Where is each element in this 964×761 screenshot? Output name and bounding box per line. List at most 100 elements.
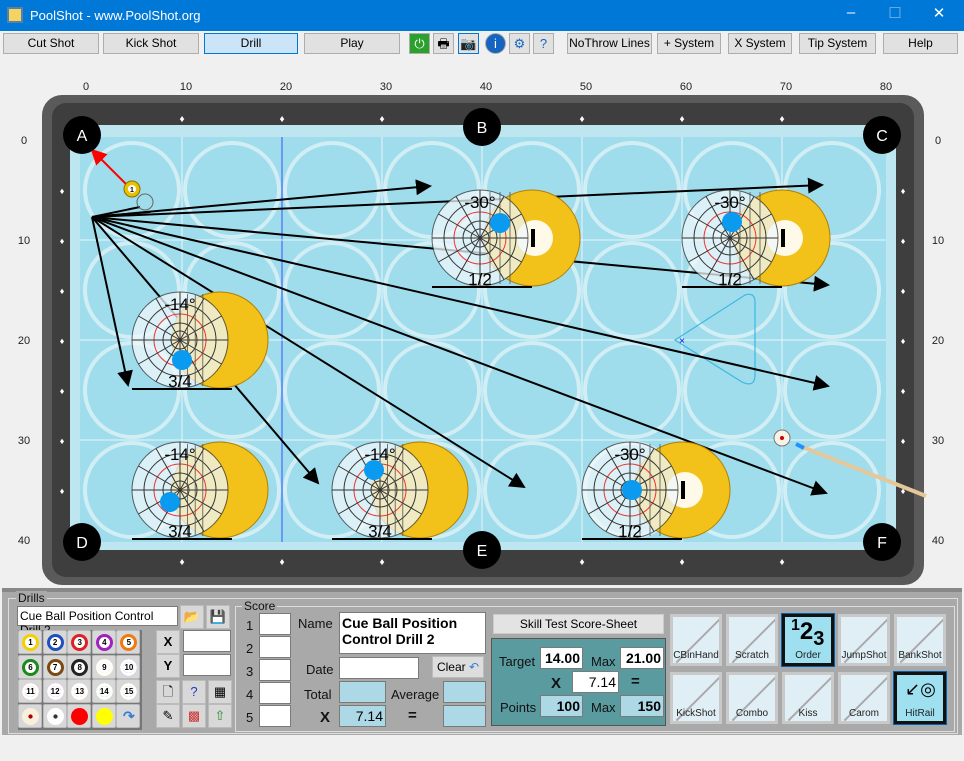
y-input[interactable] bbox=[183, 654, 231, 676]
ball-number: 5 bbox=[123, 637, 135, 648]
pocket-A[interactable]: A bbox=[63, 116, 101, 154]
maximize-button[interactable]: ☐ bbox=[880, 4, 910, 22]
pool-table[interactable]: ♦♦♦♦♦♦♦♦♦♦♦♦♦♦♦♦♦♦♦♦♦♦♦♦♦♦♦♦010203040506… bbox=[2, 56, 962, 588]
help-button[interactable]: Help bbox=[883, 33, 958, 54]
shot-type-hitrail[interactable]: ↙◎ HitRail bbox=[893, 671, 947, 725]
cue-ball-button[interactable] bbox=[18, 703, 42, 728]
clear-button[interactable]: Clear ↶ bbox=[432, 656, 484, 678]
shot-type-kiss[interactable]: Kiss bbox=[782, 672, 834, 724]
ball-15-button[interactable]: 15 bbox=[116, 679, 141, 704]
plus-system-button[interactable]: + System bbox=[657, 33, 721, 54]
diamond-marker: ♦ bbox=[779, 114, 784, 125]
play-button[interactable]: Play bbox=[304, 33, 400, 54]
close-button[interactable]: ✕ bbox=[924, 4, 954, 22]
ball-4-button[interactable]: 4 bbox=[91, 630, 116, 654]
x-system-button[interactable]: X System bbox=[728, 33, 792, 54]
ball-7-button[interactable]: 7 bbox=[42, 654, 67, 679]
x-input[interactable] bbox=[183, 630, 231, 652]
ball-13-button[interactable]: 13 bbox=[67, 679, 92, 704]
shot-type-jumpshot[interactable]: JumpShot bbox=[838, 614, 890, 666]
score-input-5[interactable] bbox=[259, 705, 291, 727]
ball-number: 15 bbox=[123, 686, 135, 698]
ball-11-button[interactable]: 11 bbox=[18, 679, 42, 704]
table-list-icon[interactable]: ▦ bbox=[208, 680, 232, 704]
info-icon[interactable]: i bbox=[485, 33, 506, 54]
pocket-C[interactable]: C bbox=[863, 116, 901, 154]
score-input-2[interactable] bbox=[259, 636, 291, 658]
no-throw-lines-button[interactable]: NoThrow Lines bbox=[567, 33, 652, 54]
cut-angle-label: -30° bbox=[614, 445, 645, 464]
redo-icon[interactable]: ↷ bbox=[116, 703, 141, 728]
drill-name-input[interactable]: Cue Ball Position Control Drill 2 bbox=[17, 606, 178, 637]
score-input-1[interactable] bbox=[259, 613, 291, 635]
pocket-F[interactable]: F bbox=[863, 523, 901, 561]
skill-multiplier[interactable]: 7.14 bbox=[572, 671, 619, 693]
total-label: Total bbox=[304, 687, 332, 702]
ball-3-button[interactable]: 3 bbox=[67, 630, 92, 654]
tip-system-button[interactable]: Tip System bbox=[799, 33, 876, 54]
name-input[interactable]: Cue Ball Position Control Drill 2 bbox=[339, 612, 486, 654]
doc-help-icon[interactable]: ? bbox=[182, 680, 206, 704]
red-ball-button[interactable] bbox=[67, 703, 92, 728]
shot-type-cbinhand[interactable]: CBinHand bbox=[670, 614, 722, 666]
pocket-label: E bbox=[477, 543, 488, 560]
ball-1-button[interactable]: 1 bbox=[18, 630, 42, 654]
yellow-ball-button[interactable] bbox=[91, 703, 116, 728]
shot-type-scratch[interactable]: Scratch bbox=[726, 614, 778, 666]
target-value[interactable]: 14.00 bbox=[540, 647, 583, 669]
power-icon[interactable]: ⏻ bbox=[409, 33, 430, 54]
ball-9-button[interactable]: 9 bbox=[91, 654, 116, 679]
shot-type-label: Kiss bbox=[798, 708, 818, 719]
y-tick-label: 20 bbox=[18, 335, 30, 347]
ball-6-button[interactable]: 6 bbox=[18, 654, 42, 679]
kick-shot-button[interactable]: Kick Shot bbox=[103, 33, 199, 54]
date-input[interactable] bbox=[339, 657, 419, 679]
shot-type-combo[interactable]: Combo bbox=[726, 672, 778, 724]
pocket-B[interactable]: B bbox=[463, 108, 501, 146]
new-file-icon[interactable]: 🗋 bbox=[156, 680, 180, 704]
shot-type-order[interactable]: 123 Order bbox=[781, 613, 835, 667]
hit-rail-icon: ↙◎ bbox=[905, 679, 936, 699]
max-value[interactable]: 21.00 bbox=[620, 647, 664, 669]
x-multiply-label: X bbox=[320, 709, 331, 726]
cut-shot-button[interactable]: Cut Shot bbox=[3, 33, 99, 54]
save-icon[interactable]: 💾 bbox=[206, 605, 230, 629]
points-value: 100 bbox=[540, 695, 583, 717]
shot-type-kickshot[interactable]: KickShot bbox=[670, 672, 722, 724]
x-tick-label: 20 bbox=[280, 81, 292, 93]
export-icon[interactable]: ⇧ bbox=[208, 704, 232, 728]
ball-8-button[interactable]: 8 bbox=[67, 654, 92, 679]
ghost-ball-button[interactable] bbox=[42, 703, 67, 728]
order-icon: 123 bbox=[791, 617, 825, 650]
score-input-3[interactable] bbox=[259, 659, 291, 681]
print-icon[interactable]: 🖶 bbox=[433, 33, 454, 54]
pocket-E[interactable]: E bbox=[463, 531, 501, 569]
multiplier-value: 7.14 bbox=[339, 705, 386, 727]
rack-spot: × bbox=[679, 336, 685, 347]
ball-14-button[interactable]: 14 bbox=[91, 679, 116, 704]
help-doc-icon[interactable]: ? bbox=[533, 33, 554, 54]
pocket-label: B bbox=[477, 120, 488, 137]
ball-5-button[interactable]: 5 bbox=[116, 630, 141, 654]
settings-icon[interactable]: ⚙ bbox=[509, 33, 530, 54]
toolbar: Cut Shot Kick Shot Drill Play ⏻ 🖶 📷 i ⚙ … bbox=[0, 31, 964, 56]
minimize-button[interactable]: – bbox=[836, 4, 866, 21]
pocket-label: D bbox=[76, 535, 88, 552]
skill-test-button[interactable]: Skill Test Score-Sheet bbox=[493, 614, 664, 634]
edit-notes-icon[interactable]: ✎ bbox=[156, 704, 180, 728]
shot-type-carom[interactable]: Carom bbox=[838, 672, 890, 724]
shot-type-bankshot[interactable]: BankShot bbox=[894, 614, 946, 666]
color-grid-icon[interactable]: ▩ bbox=[182, 704, 206, 728]
open-folder-icon[interactable]: 📂 bbox=[180, 605, 204, 629]
shot-type-label: CBinHand bbox=[673, 650, 719, 661]
ball-12-button[interactable]: 12 bbox=[42, 679, 67, 704]
target-label: Target bbox=[499, 654, 536, 669]
camera-icon[interactable]: 📷 bbox=[458, 33, 479, 54]
ball-2-button[interactable]: 2 bbox=[42, 630, 67, 654]
pocket-D[interactable]: D bbox=[63, 523, 101, 561]
score-input-4[interactable] bbox=[259, 682, 291, 704]
ball-10-button[interactable]: 10 bbox=[116, 654, 141, 679]
y-tick-label: 30 bbox=[18, 435, 30, 447]
shot-type-label: Combo bbox=[735, 708, 769, 719]
drill-button[interactable]: Drill bbox=[204, 33, 298, 54]
